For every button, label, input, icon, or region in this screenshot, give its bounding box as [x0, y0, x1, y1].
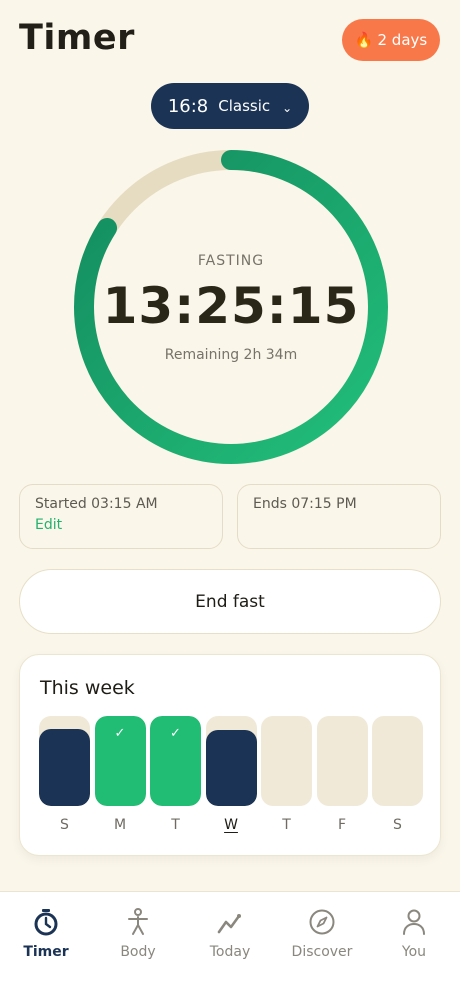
- check-icon: ✓: [170, 726, 181, 741]
- plan-name: Classic: [218, 97, 271, 115]
- day-letter: S: [60, 817, 69, 833]
- week-days: S ✓ M ✓ T W T F S: [39, 716, 423, 836]
- day-bar: [39, 716, 90, 806]
- day-fill: [39, 728, 90, 806]
- plan-selector[interactable]: 16:8 Classic ⌄: [151, 83, 309, 129]
- person-icon: [125, 908, 151, 936]
- plan-ratio: 16:8: [167, 95, 209, 117]
- day-bar: ✓: [94, 716, 146, 806]
- nav-item-timer[interactable]: Timer: [0, 908, 92, 960]
- day-bar: [261, 716, 312, 806]
- fasting-progress-ring: FASTING 13:25:15 Remaining 2h 34m: [73, 149, 389, 465]
- day-letter: T: [282, 817, 291, 833]
- check-icon: ✓: [114, 726, 126, 741]
- fasting-state-label: FASTING: [197, 253, 265, 269]
- nav-item-discover[interactable]: Discover: [276, 908, 368, 960]
- bottom-nav: Timer Body Today Discover You: [0, 891, 460, 995]
- day-letter: T: [171, 817, 180, 833]
- timer-readout: FASTING 13:25:15 Remaining 2h 34m: [73, 149, 389, 465]
- day-column[interactable]: F: [316, 716, 368, 833]
- nav-label: Timer: [23, 944, 69, 960]
- trend-icon: [217, 908, 243, 936]
- week-title: This week: [40, 677, 135, 699]
- day-fill: [205, 730, 257, 806]
- end-time-card: Ends 07:15 PM: [237, 484, 441, 549]
- nav-label: You: [401, 944, 427, 960]
- streak-label: 2 days: [377, 31, 428, 49]
- day-bar: ✓: [150, 716, 201, 806]
- streak-badge[interactable]: 🔥 2 days: [342, 19, 440, 61]
- day-column[interactable]: S: [39, 716, 90, 833]
- chevron-down-icon: ⌄: [282, 100, 293, 115]
- day-bar: [205, 716, 257, 806]
- nav-label: Discover: [291, 944, 353, 960]
- day-column[interactable]: S: [372, 716, 423, 833]
- nav-item-you[interactable]: You: [368, 908, 460, 960]
- day-letter: S: [393, 817, 402, 833]
- nav-label: Body: [120, 944, 156, 960]
- compass-icon: [308, 908, 336, 936]
- profile-icon: [401, 908, 427, 936]
- nav-label: Today: [209, 944, 251, 960]
- edit-start-link[interactable]: Edit: [35, 517, 62, 533]
- elapsed-time: 13:25:15: [102, 277, 360, 335]
- start-time-card: Started 03:15 AM Edit: [19, 484, 223, 549]
- end-fast-button[interactable]: End fast: [19, 569, 441, 634]
- day-bar: [316, 716, 368, 806]
- day-letter: W: [224, 817, 238, 833]
- timer-screen: Timer 🔥 2 days 16:8 Classic ⌄ FASTING 13…: [0, 0, 460, 995]
- page-title: Timer: [19, 18, 135, 58]
- nav-item-body[interactable]: Body: [92, 908, 184, 960]
- day-column[interactable]: T: [261, 716, 312, 833]
- day-bar: [372, 716, 423, 806]
- day-column[interactable]: ✓ T: [150, 716, 201, 833]
- day-letter: F: [337, 817, 347, 833]
- remaining-time: Remaining 2h 34m: [164, 347, 298, 363]
- stopwatch-icon: [33, 908, 59, 936]
- end-time-text: Ends 07:15 PM: [253, 496, 357, 512]
- day-column[interactable]: ✓ M: [94, 716, 146, 833]
- nav-item-today[interactable]: Today: [184, 908, 276, 960]
- day-letter: M: [113, 817, 127, 833]
- start-time-text: Started 03:15 AM: [35, 496, 158, 512]
- fire-icon: 🔥: [354, 31, 374, 49]
- day-column[interactable]: W: [205, 716, 257, 833]
- week-summary-card: This week S ✓ M ✓ T W T F S: [19, 654, 441, 856]
